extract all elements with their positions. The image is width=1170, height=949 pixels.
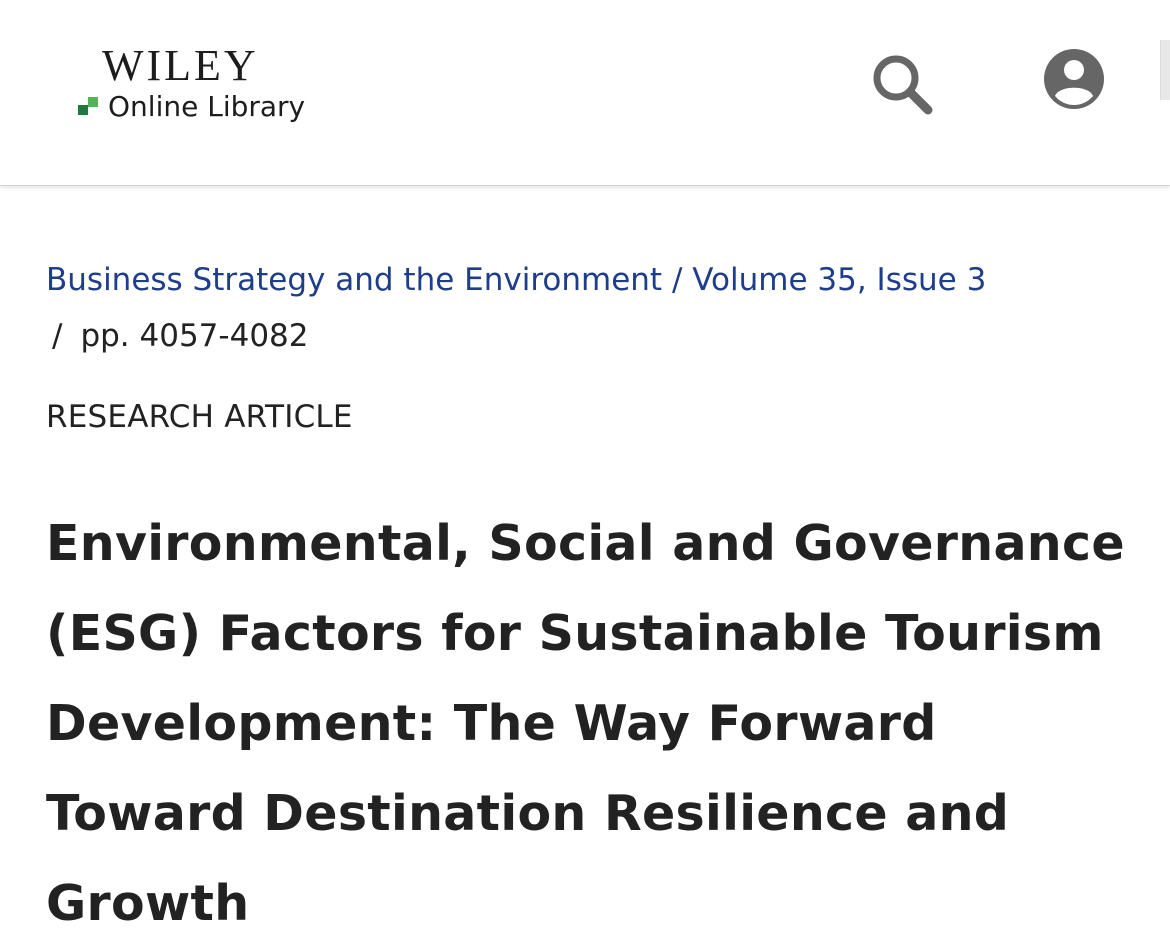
logo-mark-icon [78,97,100,117]
breadcrumb-separator: / [662,262,693,298]
pages-separator: / [52,318,63,354]
breadcrumb-issue-link[interactable]: Volume 35, Issue 3 [692,262,986,298]
logo-brand: WILEY [102,41,259,90]
article-title: Environmental, Social and Governance (ES… [46,515,1125,932]
logo-subtitle: Online Library [108,90,306,123]
side-tab[interactable] [1160,40,1170,100]
search-button[interactable] [866,48,938,120]
pages-text: pp. 4057-4082 [80,318,309,354]
breadcrumb-journal-link[interactable]: Business Strategy and the Environment [46,262,662,298]
search-icon [873,55,933,115]
account-button[interactable] [1042,47,1106,111]
site-header: WILEY Online Library [0,0,1170,186]
account-circle-icon [1044,49,1104,109]
page-range: / pp. 4057-4082 [52,311,309,361]
wiley-online-library-logo[interactable]: WILEY Online Library [78,40,338,130]
article-type-label: RESEARCH ARTICLE [46,399,353,435]
breadcrumb: Business Strategy and the Environment / … [46,254,1136,306]
